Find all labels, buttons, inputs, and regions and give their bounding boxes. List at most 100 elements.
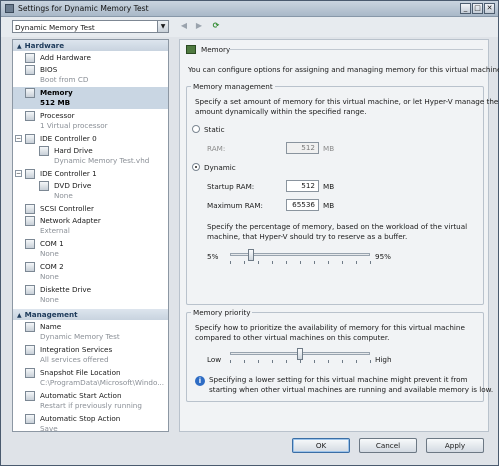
stop-action-icon [25, 414, 35, 424]
collapse-chevron-icon[interactable]: ▲ [17, 43, 22, 50]
management-section-header[interactable]: ▲ Management [13, 309, 168, 320]
tree-item-label: COM 2 [40, 262, 64, 271]
tree-item-detail: None [40, 272, 59, 281]
tree-item-label: Memory [40, 88, 73, 97]
priority-low-label: Low [207, 355, 222, 364]
tree-item-integration-services[interactable]: Integration Services All services offered [13, 344, 168, 366]
maximum-ram-field[interactable]: 65536 [286, 199, 319, 211]
dynamic-label: Dynamic [204, 163, 236, 172]
slider-tick [286, 360, 287, 363]
chevron-down-icon[interactable]: ▼ [157, 21, 168, 32]
tree-item-bios[interactable]: BIOS Boot from CD [13, 64, 168, 86]
divider [228, 49, 483, 50]
static-label: Static [204, 125, 225, 134]
tree-item-label: Add Hardware [40, 53, 91, 62]
slider-tick [230, 261, 231, 264]
tree-item-scsi-controller[interactable]: SCSI Controller [13, 203, 168, 214]
tree-item-label: BIOS [40, 65, 58, 74]
tree-item-detail: Dynamic Memory Test.vhd [54, 156, 150, 165]
tree-item-label: IDE Controller 1 [40, 169, 97, 178]
cancel-button[interactable]: Cancel [359, 438, 417, 453]
add-hardware-icon [25, 53, 35, 63]
vm-dropdown[interactable]: Dynamic Memory Test ▼ [12, 20, 169, 33]
refresh-icon[interactable]: ⟳ [211, 21, 221, 31]
collapse-toggle-icon[interactable]: − [15, 135, 22, 142]
slider-tick [314, 261, 315, 264]
tree-item-detail: None [54, 191, 73, 200]
slider-tick [258, 360, 259, 363]
ram-field[interactable]: 512 [286, 142, 319, 154]
memory-icon [25, 88, 35, 98]
dvd-drive-icon [39, 181, 49, 191]
ok-button[interactable]: OK [292, 438, 350, 453]
ide-controller-icon [25, 169, 35, 179]
bios-icon [25, 65, 35, 75]
hardware-section-header[interactable]: ▲ Hardware [13, 40, 168, 51]
tree-item-diskette-drive[interactable]: Diskette Drive None [13, 284, 168, 306]
buffer-description-2: machine, that Hyper-V should try to rese… [207, 232, 408, 241]
close-button[interactable]: ✕ [484, 3, 495, 14]
tree-item-detail: Boot from CD [40, 75, 89, 84]
tree-item-add-hardware[interactable]: Add Hardware [13, 52, 168, 63]
settings-window: Settings for Dynamic Memory Test _ □ ✕ D… [0, 0, 499, 466]
toolbar: Dynamic Memory Test ▼ ◀ ▶ ⟳ [1, 17, 498, 37]
tree-item-detail: Save [40, 424, 58, 432]
priority-slider-thumb[interactable] [297, 348, 303, 360]
buffer-max-label: 95% [375, 252, 391, 261]
tree-item-ide-controller-0[interactable]: − IDE Controller 0 [13, 133, 168, 144]
com-port-icon [25, 239, 35, 249]
hardware-header-label: Hardware [24, 41, 65, 50]
integration-services-icon [25, 345, 35, 355]
tree-item-memory[interactable]: Memory 512 MB [13, 87, 168, 109]
slider-tick [356, 261, 357, 264]
tree-item-detail: 512 MB [40, 98, 71, 107]
apply-button[interactable]: Apply [426, 438, 484, 453]
tree-item-com-2[interactable]: COM 2 None [13, 261, 168, 283]
tree-item-detail: C:\ProgramData\Microsoft\Windo... [40, 378, 165, 387]
slider-tick [258, 261, 259, 264]
tree-item-automatic-start-action[interactable]: Automatic Start Action Restart if previou… [13, 390, 168, 412]
priority-description-1: Specify how to prioritize the availabili… [195, 323, 465, 332]
slider-tick [370, 360, 371, 363]
panel-title: Memory [201, 45, 231, 54]
tree-item-label: Hard Drive [54, 146, 93, 155]
ram-unit: MB [323, 144, 335, 153]
buffer-slider-thumb[interactable] [248, 249, 254, 261]
collapse-toggle-icon[interactable]: − [15, 170, 22, 177]
tree-item-label: Processor [40, 111, 75, 120]
tree-item-com-1[interactable]: COM 1 None [13, 238, 168, 260]
memory-panel: Memory You can configure options for ass… [179, 39, 499, 432]
tree-item-automatic-stop-action[interactable]: Automatic Stop Action Save [13, 413, 168, 432]
startup-ram-unit: MB [323, 182, 335, 191]
back-arrow-icon[interactable]: ◀ [179, 21, 189, 31]
tree-item-name[interactable]: Name Dynamic Memory Test [13, 321, 168, 343]
tree-item-label: Automatic Start Action [40, 391, 122, 400]
startup-ram-field[interactable]: 512 [286, 180, 319, 192]
collapse-chevron-icon[interactable]: ▲ [17, 312, 22, 319]
ram-label: RAM: [207, 144, 226, 153]
tree-item-processor[interactable]: Processor 1 Virtual processor [13, 110, 168, 132]
start-action-icon [25, 391, 35, 401]
startup-ram-label: Startup RAM: [207, 182, 255, 191]
dynamic-radio[interactable] [192, 163, 200, 171]
tree-item-detail: 1 Virtual processor [40, 121, 108, 130]
tree-item-snapshot-file-location[interactable]: Snapshot File Location C:\ProgramData\Mic… [13, 367, 168, 389]
forward-arrow-icon[interactable]: ▶ [194, 21, 204, 31]
mm-description-2: amount dynamically within the specified … [195, 107, 367, 116]
tree-item-ide-controller-1[interactable]: − IDE Controller 1 [13, 168, 168, 179]
tree-item-dvd-drive[interactable]: DVD Drive None [13, 180, 168, 202]
maximize-button[interactable]: □ [472, 3, 483, 14]
tree-item-hard-drive[interactable]: Hard Drive Dynamic Memory Test.vhd [13, 145, 168, 167]
minimize-button[interactable]: _ [460, 3, 471, 14]
slider-tick [342, 261, 343, 264]
name-icon [25, 322, 35, 332]
tree-item-label: DVD Drive [54, 181, 92, 190]
title-bar: Settings for Dynamic Memory Test _ □ ✕ [1, 1, 498, 17]
static-radio[interactable] [192, 125, 200, 133]
snapshot-folder-icon [25, 368, 35, 378]
slider-tick [300, 360, 301, 363]
memory-priority-group: Memory priority Specify how to prioritiz… [186, 308, 493, 402]
tree-item-label: SCSI Controller [40, 204, 94, 213]
tree-item-network-adapter[interactable]: Network Adapter External [13, 215, 168, 237]
tree-item-detail: Restart if previously running [40, 401, 142, 410]
